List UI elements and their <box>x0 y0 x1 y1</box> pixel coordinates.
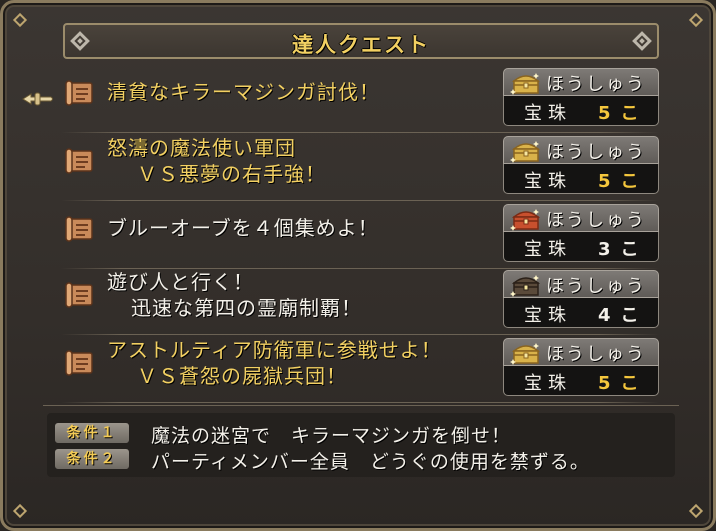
quest-title-line-2: ＶＳ悪夢の右手強！ <box>137 162 326 186</box>
row-divider <box>61 200 659 201</box>
condition-badge: 条件２ <box>55 449 129 469</box>
reward-header: ほうしゅう <box>503 270 659 298</box>
corner-ornament-icon <box>12 503 28 519</box>
reward-item-name: 宝珠 <box>524 171 572 192</box>
reward-header: ほうしゅう <box>503 338 659 366</box>
quest-title-line-2: ＶＳ蒼怨の屍獄兵団！ <box>137 364 347 388</box>
reward-label: ほうしゅう <box>546 74 646 95</box>
quest-row[interactable]: 怒濤の魔法使い軍団 ＶＳ悪夢の右手強！ ほうしゅう宝珠 5こ <box>61 135 659 201</box>
quest-row[interactable]: 遊び人と行く！ 迅速な第四の霊廟制覇！ ほうしゅう宝珠 4こ <box>61 269 659 335</box>
reward-label: ほうしゅう <box>546 142 646 163</box>
reward-detail: 宝珠 3こ <box>503 232 659 262</box>
quest-scroll-icon <box>65 350 93 376</box>
quest-title: アストルティア防衛軍に参戦せよ！ ＶＳ蒼怨の屍獄兵団！ <box>107 337 442 389</box>
condition-text: パーティメンバー全員 どうぐの使用を禁ずる。 <box>151 451 590 473</box>
quest-title-line-1: 清貧なキラーマジンガ討伐！ <box>107 80 380 104</box>
reward-box: ほうしゅう宝珠 5こ <box>503 68 659 128</box>
reward-item-name: 宝珠 <box>524 373 572 394</box>
condition-badge: 条件１ <box>55 423 129 443</box>
reward-detail: 宝珠 5こ <box>503 164 659 194</box>
reward-item-name: 宝珠 <box>524 305 572 326</box>
reward-header: ほうしゅう <box>503 68 659 96</box>
divider <box>43 405 679 406</box>
quest-title-line-2: 迅速な第四の霊廟制覇！ <box>131 296 362 320</box>
title-bar: 達人クエスト <box>63 23 659 59</box>
reward-count: 4こ <box>598 305 649 326</box>
reward-detail: 宝珠 5こ <box>503 366 659 396</box>
reward-box: ほうしゅう宝珠 5こ <box>503 136 659 196</box>
condition-text: 魔法の迷宮で キラーマジンガを倒せ！ <box>151 425 512 447</box>
reward-count: 5こ <box>598 103 649 124</box>
quest-title-line-1: ブルーオーブを４個集めよ！ <box>107 216 379 240</box>
gold-chest-icon <box>510 343 541 365</box>
quest-title: 遊び人と行く！ 迅速な第四の霊廟制覇！ <box>107 269 362 321</box>
reward-label: ほうしゅう <box>546 276 646 297</box>
reward-header: ほうしゅう <box>503 204 659 232</box>
reward-box: ほうしゅう宝珠 5こ <box>503 338 659 398</box>
reward-header: ほうしゅう <box>503 136 659 164</box>
quest-title-line-1: 怒濤の魔法使い軍団 <box>107 136 296 160</box>
gold-chest-icon <box>510 141 541 163</box>
reward-count: 3こ <box>598 239 649 260</box>
quest-title: ブルーオーブを４個集めよ！ <box>107 215 379 241</box>
quest-row[interactable]: ブルーオーブを４個集めよ！ ほうしゅう宝珠 3こ <box>61 203 659 269</box>
gold-chest-icon <box>510 73 541 95</box>
reward-count: 5こ <box>598 171 649 192</box>
quest-scroll-icon <box>65 216 93 242</box>
reward-count: 5こ <box>598 373 649 394</box>
corner-ornament-icon <box>688 12 704 28</box>
quest-title: 怒濤の魔法使い軍団 ＶＳ悪夢の右手強！ <box>107 135 326 187</box>
red-chest-icon <box>510 209 541 231</box>
reward-item-name: 宝珠 <box>524 103 572 124</box>
quest-scroll-icon <box>65 80 93 106</box>
quest-row[interactable]: アストルティア防衛軍に参戦せよ！ ＶＳ蒼怨の屍獄兵団！ ほうしゅう宝珠 5こ <box>61 337 659 403</box>
corner-ornament-icon <box>688 503 704 519</box>
dark-chest-icon <box>510 275 541 297</box>
pointing-hand-cursor-icon <box>22 92 53 106</box>
corner-ornament-icon <box>12 12 28 28</box>
quest-title-line-1: アストルティア防衛軍に参戦せよ！ <box>107 338 442 362</box>
reward-box: ほうしゅう宝珠 3こ <box>503 204 659 264</box>
quest-scroll-icon <box>65 282 93 308</box>
row-divider <box>61 334 659 335</box>
reward-label: ほうしゅう <box>546 344 646 365</box>
reward-detail: 宝珠 5こ <box>503 96 659 126</box>
quest-window: 達人クエスト 清貧なキラーマジンガ討伐！ ほうしゅう 宝珠 5こ 怒濤の魔法使い軍団 ＶＳ… <box>0 0 716 531</box>
reward-box: ほうしゅう宝珠 4こ <box>503 270 659 330</box>
conditions-panel: 条件１ 魔法の迷宮で キラーマジンガを倒せ！ 条件２ パーティメンバー全員 どう… <box>47 413 675 477</box>
reward-item-name: 宝珠 <box>524 239 572 260</box>
quest-row[interactable]: 清貧なキラーマジンガ討伐！ ほうしゅう宝珠 5こ <box>61 67 659 133</box>
window-title: 達人クエスト <box>292 33 430 57</box>
quest-title-line-1: 遊び人と行く！ <box>107 270 254 294</box>
quest-scroll-icon <box>65 148 93 174</box>
reward-detail: 宝珠 4こ <box>503 298 659 328</box>
reward-label: ほうしゅう <box>546 210 646 231</box>
quest-title: 清貧なキラーマジンガ討伐！ <box>107 79 380 105</box>
row-divider <box>61 132 659 133</box>
row-divider <box>61 402 659 403</box>
